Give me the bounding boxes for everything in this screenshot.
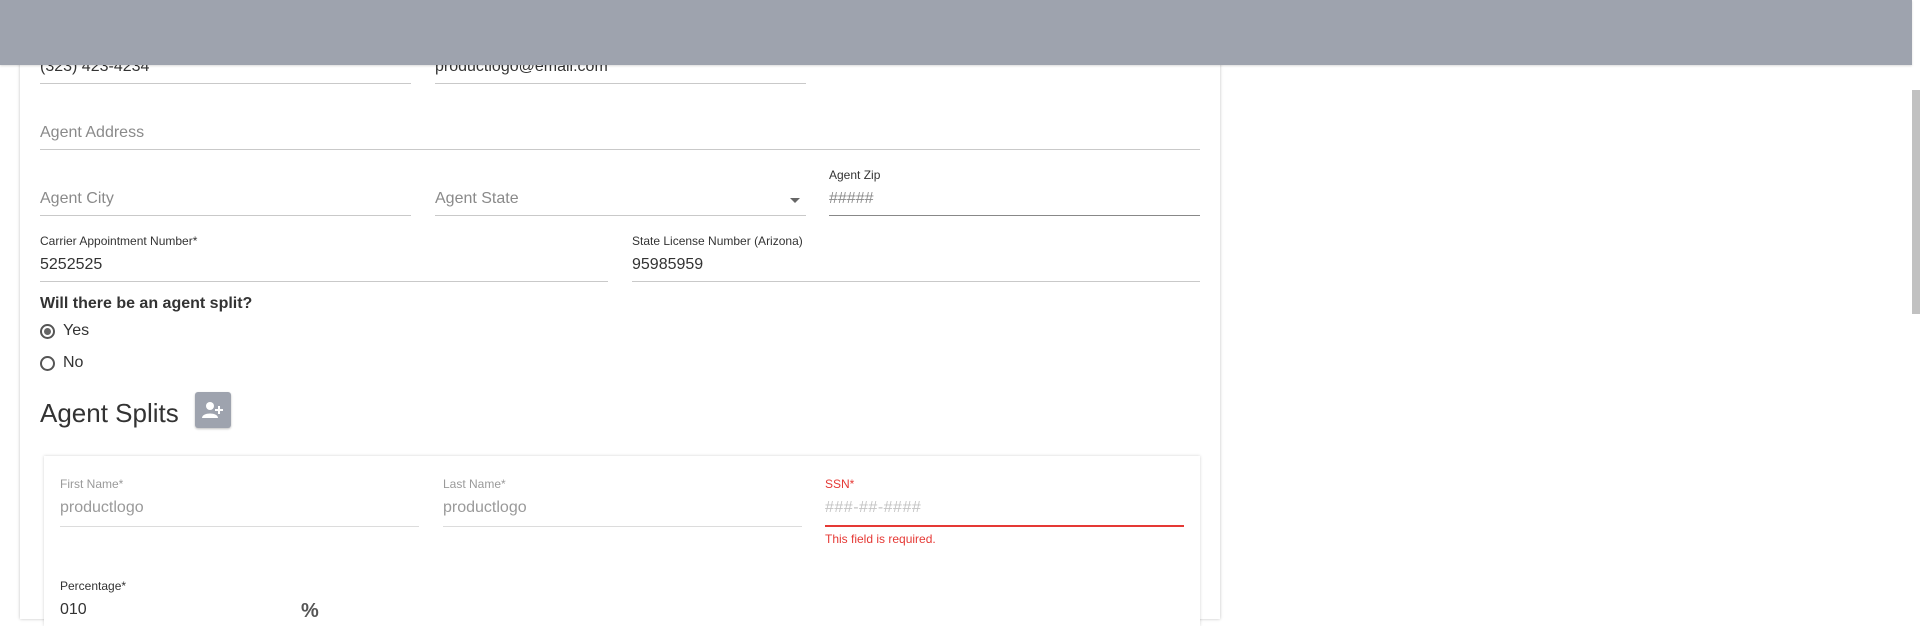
carrier-appointment-number-field[interactable]: Carrier Appointment Number* 5252525 <box>40 233 608 282</box>
split-percentage-field[interactable]: Percentage* 010 <box>60 579 300 619</box>
agent-address-field[interactable]: Agent Address <box>40 120 1200 150</box>
person-add-icon <box>202 402 223 418</box>
split-ssn-placeholder: ###-##-#### <box>825 499 922 516</box>
split-last-name-underline <box>443 526 802 527</box>
split-ssn-field[interactable]: SSN* ###-##-#### <box>825 477 1184 527</box>
split-last-name-label: Last Name* <box>443 477 506 491</box>
carrier-appointment-number-label: Carrier Appointment Number* <box>40 234 198 248</box>
agent-split-yes-radio[interactable]: Yes <box>40 322 89 340</box>
agent-address-underline <box>40 149 1200 150</box>
agent-state-select[interactable]: Agent State <box>435 186 806 216</box>
agent-state-underline <box>435 215 806 216</box>
agent-zip-placeholder: ##### <box>829 190 874 207</box>
split-first-name-label: First Name* <box>60 477 124 491</box>
split-first-name-field[interactable]: First Name* productlogo <box>60 477 419 527</box>
split-first-name-underline <box>60 526 419 527</box>
radio-checked-icon[interactable] <box>40 323 55 339</box>
state-license-number-underline <box>632 281 1200 282</box>
split-last-name-field[interactable]: Last Name* productlogo <box>443 477 802 527</box>
carrier-appointment-number-underline <box>40 281 608 282</box>
state-license-number-field[interactable]: State License Number (Arizona) 95985959 <box>632 233 1200 282</box>
split-last-name-value: productlogo <box>443 499 527 516</box>
agent-city-underline <box>40 215 411 216</box>
agent-phone-underline <box>40 83 411 84</box>
percent-icon: % <box>301 600 319 622</box>
page-scrollbar[interactable] <box>1912 90 1920 314</box>
state-license-number-value: 95985959 <box>632 256 704 273</box>
agent-split-no-label: No <box>63 354 84 371</box>
agent-state-placeholder: Agent State <box>435 190 519 207</box>
radio-unchecked-icon[interactable] <box>40 355 55 371</box>
agent-splits-title: Agent Splits <box>40 398 179 428</box>
top-app-bar <box>0 0 1912 65</box>
agent-city-field[interactable]: Agent City <box>40 186 411 216</box>
agent-split-yes-label: Yes <box>63 322 90 339</box>
carrier-appointment-number-value: 5252525 <box>40 256 103 273</box>
split-percentage-label: Percentage* <box>60 579 127 593</box>
agent-split-question: Will there be an agent split? <box>40 295 253 312</box>
agent-zip-label: Agent Zip <box>829 168 881 182</box>
split-ssn-error: This field is required. <box>825 532 936 546</box>
agent-city-placeholder: Agent City <box>40 190 114 207</box>
agent-email-underline <box>435 83 806 84</box>
split-ssn-label: SSN* <box>825 477 855 491</box>
state-license-number-label: State License Number (Arizona) <box>632 234 803 248</box>
agent-zip-underline <box>829 215 1200 216</box>
split-percentage-value: 010 <box>60 601 87 618</box>
split-ssn-underline <box>825 525 1184 527</box>
agent-address-placeholder: Agent Address <box>40 124 145 141</box>
chevron-down-icon <box>790 198 800 203</box>
agent-zip-field[interactable]: Agent Zip ##### <box>829 167 1200 216</box>
agent-split-no-radio[interactable]: No <box>40 354 83 372</box>
add-agent-split-button[interactable] <box>195 392 231 428</box>
split-first-name-value: productlogo <box>60 499 144 516</box>
